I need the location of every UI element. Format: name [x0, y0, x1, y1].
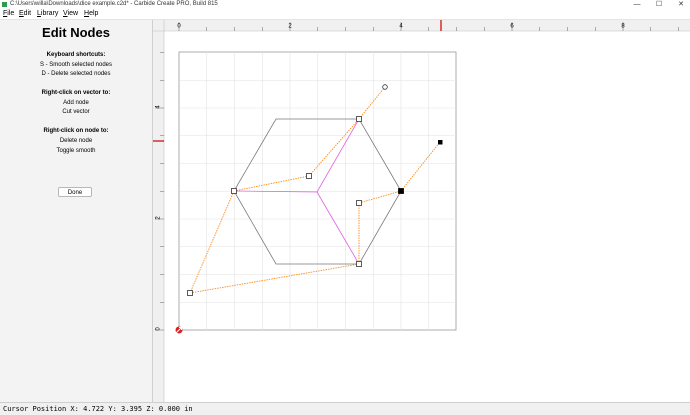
- maximize-icon[interactable]: ☐: [652, 0, 666, 9]
- title-bar: C:\Users\willa\Downloads\dice example.c2…: [0, 0, 690, 9]
- menu-bar: File Edit Library View Help: [0, 9, 690, 20]
- control-point-handle[interactable]: [187, 290, 193, 296]
- panel-title: Edit Nodes: [42, 25, 110, 40]
- control-point-handle[interactable]: [306, 173, 312, 179]
- menu-library-rest: ibrary: [40, 10, 59, 17]
- node-delete-text: Delete node: [59, 138, 93, 144]
- close-icon[interactable]: ✕: [674, 0, 688, 9]
- shortcut-smooth-text: S - Smooth selected nodes: [39, 62, 113, 68]
- shortcut-delete-text: D - Delete selected nodes: [41, 71, 111, 77]
- menu-view-rest: iew: [67, 10, 79, 17]
- menu-library[interactable]: Library: [37, 9, 58, 19]
- menu-view[interactable]: View: [63, 9, 78, 19]
- top-ruler: [153, 20, 690, 31]
- design-canvas[interactable]: 0 2 4 6 8 4 2 0: [153, 20, 690, 402]
- minimize-icon[interactable]: —: [630, 0, 644, 9]
- window-title: C:\Users\willa\Downloads\dice example.c2…: [10, 1, 218, 7]
- vector-cut-text: Cut vector: [62, 109, 90, 115]
- status-bar: Cursor Position X: 4.722 Y: 3.395 Z: 0.0…: [0, 402, 690, 415]
- menu-edit[interactable]: Edit: [19, 9, 31, 19]
- node-toggle-smooth-text: Toggle smooth: [56, 148, 96, 154]
- shortcuts-heading: Keyboard shortcuts:: [46, 52, 106, 58]
- menu-help[interactable]: Help: [84, 9, 98, 19]
- control-point-handle[interactable]: [356, 200, 362, 206]
- vector-heading: Right-click on vector to:: [41, 90, 111, 96]
- app-icon: [2, 2, 7, 7]
- left-ruler: [153, 20, 164, 402]
- menu-help-rest: elp: [89, 10, 99, 17]
- node-handle-selected[interactable]: [398, 188, 404, 194]
- edit-nodes-panel: Edit Nodes Keyboard shortcuts: S - Smoot…: [0, 20, 153, 402]
- control-point-handle-selected[interactable]: [438, 140, 443, 145]
- node-heading: Right-click on node to:: [43, 128, 109, 134]
- menu-file[interactable]: File: [3, 9, 14, 19]
- node-handle[interactable]: [356, 116, 362, 122]
- menu-file-rest: ile: [7, 10, 15, 17]
- origin-marker-icon: [175, 326, 183, 334]
- smooth-control-handle[interactable]: [382, 84, 388, 90]
- vector-add-node-text: Add node: [63, 100, 89, 106]
- node-handle[interactable]: [356, 261, 362, 267]
- cursor-position-readout: Cursor Position X: 4.722 Y: 3.395 Z: 0.0…: [3, 405, 193, 413]
- node-handle[interactable]: [231, 188, 237, 194]
- done-button[interactable]: Done: [58, 187, 92, 197]
- menu-edit-rest: dit: [23, 10, 32, 17]
